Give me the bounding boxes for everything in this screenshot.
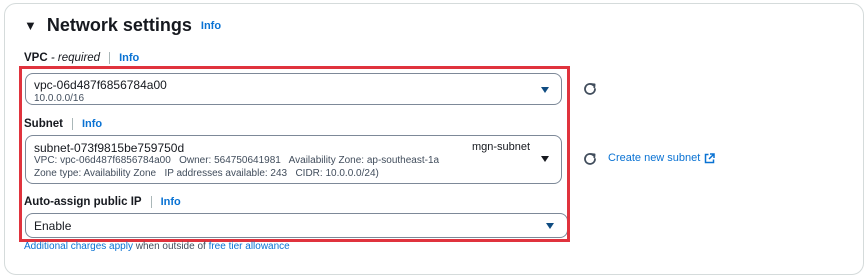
public-ip-label-text: Auto-assign public IP [24,196,142,208]
public-ip-select[interactable]: Enable [25,213,568,238]
vpc-selected-id: vpc-06d487f6856784a00 [34,78,167,92]
public-ip-label: Auto-assign public IP Info [24,196,181,208]
footnote-text: when outside of [132,241,209,252]
subnet-info-link[interactable]: Info [82,118,102,130]
create-new-subnet-text: Create new subnet [608,152,701,164]
divider [109,52,111,64]
subnet-select[interactable]: subnet-073f9815be759750d mgn-subnet VPC:… [25,135,562,184]
external-link-icon [705,152,716,163]
chevron-down-icon [541,87,549,93]
subnet-detail-line2: Zone type: Availability Zone IP addresse… [34,168,379,179]
vpc-label: VPC - required Info [24,52,139,64]
public-ip-info-link[interactable]: Info [161,196,181,208]
section-header: ▼ Network settings Info [24,15,221,36]
refresh-icon[interactable] [582,81,598,97]
free-tier-link[interactable]: free tier allowance [209,241,290,252]
chevron-down-icon [546,223,554,229]
chevron-down-icon [541,156,549,162]
subnet-label: Subnet Info [24,118,102,130]
footnote: Additional charges apply when outside of… [24,241,290,252]
vpc-label-text: VPC [24,52,48,64]
vpc-required-text: - required [50,52,101,64]
caret-down-icon[interactable]: ▼ [24,18,37,33]
vpc-cidr: 10.0.0.0/16 [34,93,85,104]
divider [150,196,152,208]
subnet-detail-line1: VPC: vpc-06d487f6856784a00 Owner: 564750… [34,155,440,166]
additional-charges-link[interactable]: Additional charges apply [24,241,133,252]
vpc-info-link[interactable]: Info [119,52,139,64]
public-ip-value: Enable [34,219,72,233]
subnet-label-text: Subnet [24,118,63,130]
section-title: Network settings [46,15,192,35]
section-info-link[interactable]: Info [201,20,221,32]
vpc-select[interactable]: vpc-06d487f6856784a00 10.0.0.0/16 [25,73,562,105]
subnet-selected-id: subnet-073f9815be759750d [34,141,185,155]
refresh-icon[interactable] [582,151,598,167]
subnet-name-tag: mgn-subnet [472,141,531,153]
divider [71,118,73,130]
create-new-subnet-link[interactable]: Create new subnet [608,152,716,164]
